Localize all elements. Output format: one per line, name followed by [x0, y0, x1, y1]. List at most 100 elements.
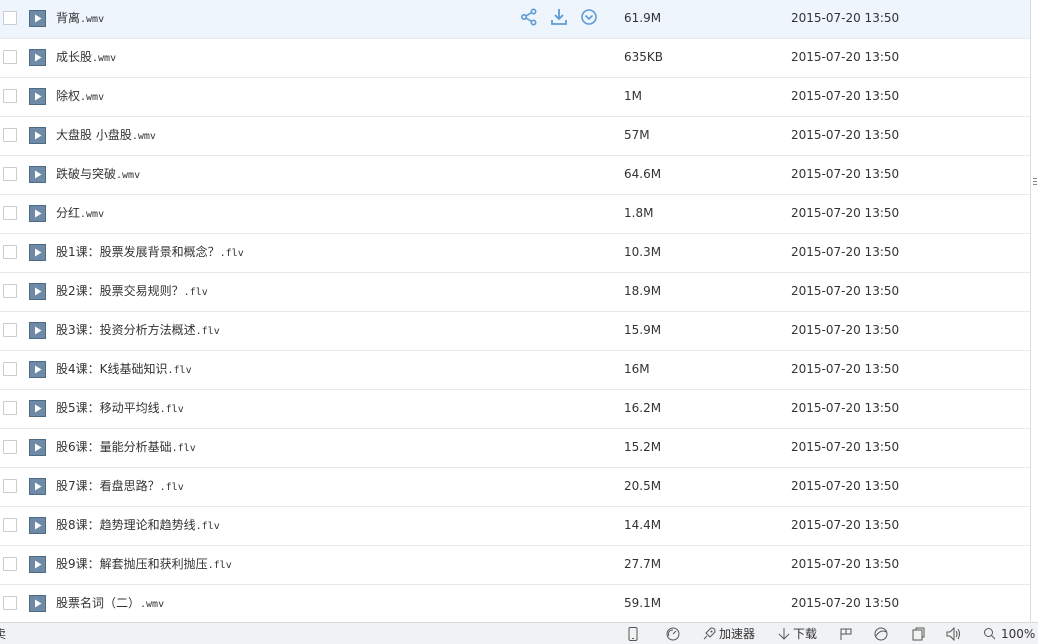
- file-row[interactable]: 股票名词（二）.wmv 59.1M 2015-07-20 13:50: [0, 585, 1030, 622]
- file-name[interactable]: 股1课：股票发展背景和概念？.flv: [56, 234, 244, 272]
- file-modified-date: 2015-07-20 13:50: [791, 362, 900, 376]
- row-checkbox[interactable]: [3, 479, 17, 493]
- video-file-icon: [29, 166, 46, 183]
- file-name[interactable]: 股3课：投资分析方法概述.flv: [56, 312, 220, 350]
- file-row[interactable]: 股9课：解套抛压和获利抛压.flv 27.7M 2015-07-20 13:50: [0, 546, 1030, 585]
- file-row[interactable]: 股1课：股票发展背景和概念？.flv 10.3M 2015-07-20 13:50: [0, 234, 1030, 273]
- file-row[interactable]: 分红.wmv 1.8M 2015-07-20 13:50: [0, 195, 1030, 234]
- video-file-icon: [29, 361, 46, 378]
- file-name[interactable]: 股7课：看盘思路？.flv: [56, 468, 184, 506]
- video-file-icon: [29, 595, 46, 612]
- file-name[interactable]: 分红.wmv: [56, 195, 104, 233]
- file-row[interactable]: 成长股.wmv 635KB 2015-07-20 13:50: [0, 39, 1030, 78]
- file-size: 59.1M: [624, 596, 662, 610]
- file-name-base: 背离: [56, 11, 81, 25]
- browser-icon[interactable]: [874, 626, 890, 642]
- row-checkbox[interactable]: [3, 596, 17, 610]
- file-extension: .flv: [183, 287, 208, 298]
- row-checkbox[interactable]: [3, 440, 17, 454]
- file-name[interactable]: 跌破与突破.wmv: [56, 156, 140, 194]
- splitter-grip-icon[interactable]: [1032, 172, 1038, 185]
- window-icon[interactable]: [912, 626, 926, 642]
- mobile-icon[interactable]: [628, 626, 640, 642]
- video-file-icon: [29, 556, 46, 573]
- file-name[interactable]: 除权.wmv: [56, 78, 104, 116]
- video-file-icon: [29, 439, 46, 456]
- file-modified-date: 2015-07-20 13:50: [791, 479, 900, 493]
- file-name[interactable]: 背离.wmv: [56, 0, 104, 38]
- file-size: 14.4M: [624, 518, 662, 532]
- file-extension: .flv: [195, 521, 220, 532]
- speed-dial-icon[interactable]: [666, 626, 682, 642]
- file-modified-date: 2015-07-20 13:50: [791, 401, 900, 415]
- file-name-base: 股8课：趋势理论和趋势线: [56, 518, 196, 532]
- file-size: 61.9M: [624, 11, 662, 25]
- file-extension: .wmv: [140, 599, 165, 610]
- file-size: 20.5M: [624, 479, 662, 493]
- file-name-base: 跌破与突破: [56, 167, 117, 181]
- accelerator-button[interactable]: 加速器: [702, 626, 762, 642]
- file-row[interactable]: 除权.wmv 1M 2015-07-20 13:50: [0, 78, 1030, 117]
- file-name[interactable]: 股5课：移动平均线.flv: [56, 390, 184, 428]
- file-extension: .wmv: [116, 170, 141, 181]
- file-name[interactable]: 股票名词（二）.wmv: [56, 585, 164, 622]
- file-row[interactable]: 股6课：量能分析基础.flv 15.2M 2015-07-20 13:50: [0, 429, 1030, 468]
- video-file-icon: [29, 205, 46, 222]
- file-row[interactable]: 大盘股 小盘股.wmv 57M 2015-07-20 13:50: [0, 117, 1030, 156]
- file-row[interactable]: 股7课：看盘思路？.flv 20.5M 2015-07-20 13:50: [0, 468, 1030, 507]
- status-left-text: 卖: [0, 627, 7, 641]
- row-checkbox[interactable]: [3, 206, 17, 220]
- share-icon[interactable]: [520, 8, 540, 28]
- file-row[interactable]: 股2课：股票交易规则？.flv 18.9M 2015-07-20 13:50: [0, 273, 1030, 312]
- file-modified-date: 2015-07-20 13:50: [791, 440, 900, 454]
- download-manager-button[interactable]: 下载: [778, 626, 824, 642]
- row-checkbox[interactable]: [3, 128, 17, 142]
- file-size: 1M: [624, 89, 642, 103]
- file-row[interactable]: 股8课：趋势理论和趋势线.flv 14.4M 2015-07-20 13:50: [0, 507, 1030, 546]
- file-extension: .flv: [167, 365, 192, 376]
- download-label: 下载: [793, 627, 818, 641]
- row-checkbox[interactable]: [3, 518, 17, 532]
- row-checkbox[interactable]: [3, 167, 17, 181]
- file-size: 16.2M: [624, 401, 662, 415]
- download-icon[interactable]: [550, 8, 570, 28]
- row-checkbox[interactable]: [3, 11, 17, 25]
- file-name[interactable]: 股8课：趋势理论和趋势线.flv: [56, 507, 220, 545]
- status-bar: 卖 加速器 下载 100%: [0, 622, 1038, 644]
- row-checkbox[interactable]: [3, 557, 17, 571]
- video-file-icon: [29, 283, 46, 300]
- flag-icon[interactable]: [840, 626, 854, 642]
- file-row[interactable]: 股3课：投资分析方法概述.flv 15.9M 2015-07-20 13:50: [0, 312, 1030, 351]
- file-name[interactable]: 股4课：K线基础知识.flv: [56, 351, 192, 389]
- file-modified-date: 2015-07-20 13:50: [791, 596, 900, 610]
- file-name[interactable]: 大盘股 小盘股.wmv: [56, 117, 156, 155]
- file-row[interactable]: 股5课：移动平均线.flv 16.2M 2015-07-20 13:50: [0, 390, 1030, 429]
- file-name[interactable]: 股6课：量能分析基础.flv: [56, 429, 196, 467]
- video-file-icon: [29, 322, 46, 339]
- volume-icon[interactable]: [946, 626, 964, 642]
- row-checkbox[interactable]: [3, 245, 17, 259]
- row-checkbox[interactable]: [3, 401, 17, 415]
- file-extension: .wmv: [92, 53, 117, 64]
- row-checkbox[interactable]: [3, 323, 17, 337]
- file-name[interactable]: 股9课：解套抛压和获利抛压.flv: [56, 546, 232, 584]
- file-modified-date: 2015-07-20 13:50: [791, 518, 900, 532]
- file-row[interactable]: 股4课：K线基础知识.flv 16M 2015-07-20 13:50: [0, 351, 1030, 390]
- row-checkbox[interactable]: [3, 89, 17, 103]
- file-row[interactable]: 跌破与突破.wmv 64.6M 2015-07-20 13:50: [0, 156, 1030, 195]
- file-name[interactable]: 成长股.wmv: [56, 39, 116, 77]
- file-name-base: 股9课：解套抛压和获利抛压: [56, 557, 208, 571]
- row-checkbox[interactable]: [3, 362, 17, 376]
- more-icon[interactable]: [580, 8, 600, 28]
- file-extension: .wmv: [80, 209, 105, 220]
- zoom-control[interactable]: 100%: [983, 626, 1035, 642]
- file-modified-date: 2015-07-20 13:50: [791, 557, 900, 571]
- video-file-icon: [29, 400, 46, 417]
- file-extension: .wmv: [80, 92, 105, 103]
- row-checkbox[interactable]: [3, 50, 17, 64]
- file-name[interactable]: 股2课：股票交易规则？.flv: [56, 273, 208, 311]
- file-list: 背离.wmv 61.9M 2015-07-20 13:50 成长股.wmv 635KB 2…: [0, 0, 1031, 622]
- video-file-icon: [29, 49, 46, 66]
- row-checkbox[interactable]: [3, 284, 17, 298]
- file-row[interactable]: 背离.wmv 61.9M 2015-07-20 13:50: [0, 0, 1030, 39]
